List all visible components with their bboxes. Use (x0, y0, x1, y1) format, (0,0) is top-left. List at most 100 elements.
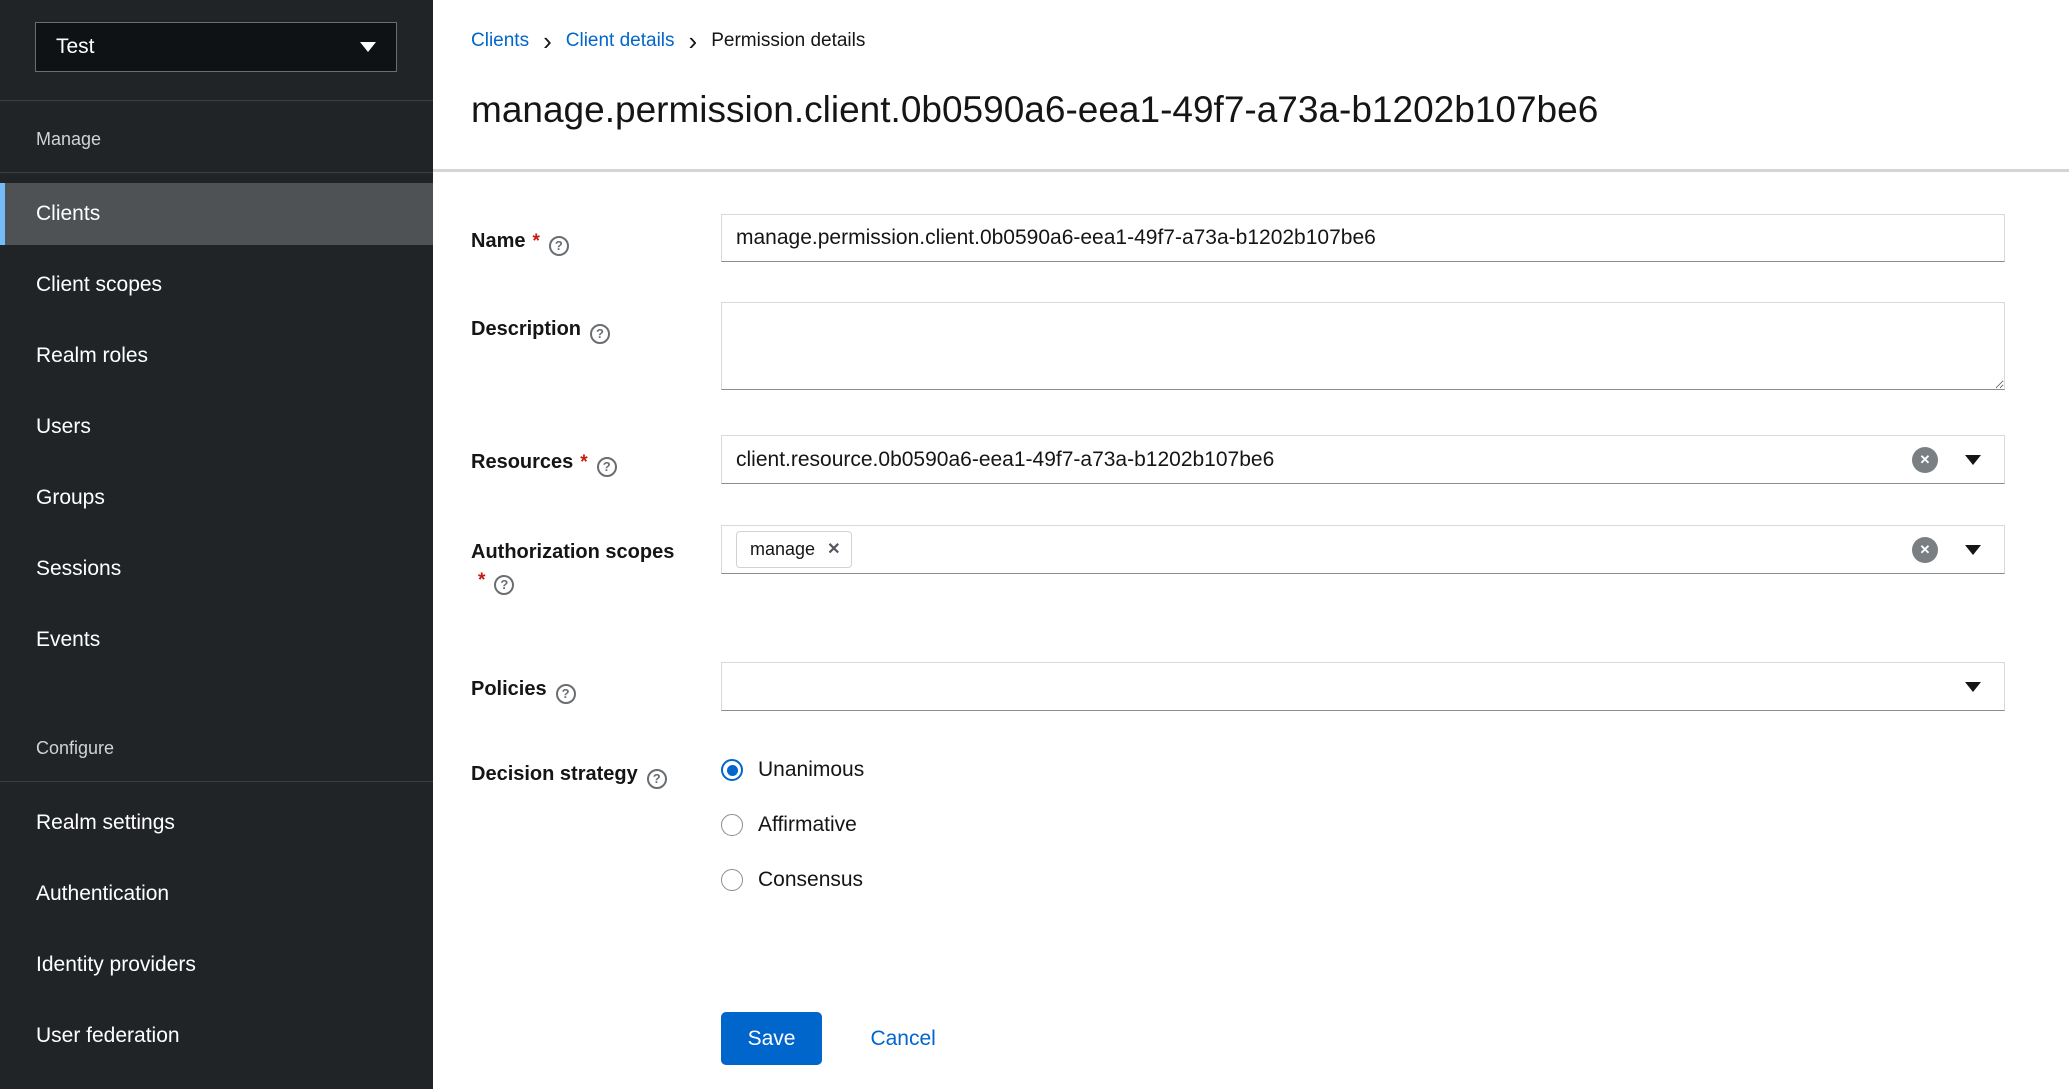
sidebar-item-label: Events (36, 628, 100, 652)
sidebar-item-label: Users (36, 415, 91, 439)
sidebar-item-sessions[interactable]: Sessions (0, 538, 433, 600)
clear-selection-icon[interactable] (1912, 537, 1938, 563)
breadcrumb-current: Permission details (711, 30, 865, 52)
policies-select[interactable] (721, 662, 2005, 711)
help-icon[interactable] (647, 769, 667, 789)
help-icon[interactable] (590, 324, 610, 344)
breadcrumb: Clients Client details Permission detail… (471, 30, 2005, 52)
sidebar-item-label: Realm settings (36, 811, 175, 835)
policies-label: Policies (471, 662, 683, 711)
radio-unanimous[interactable] (721, 759, 743, 781)
resources-label: Resources* (471, 435, 683, 484)
name-label: Name* (471, 214, 683, 262)
nav-section-manage: Manage Clients Client scopes Realm roles… (0, 127, 433, 671)
required-asterisk: * (478, 570, 485, 591)
breadcrumb-link-client-details[interactable]: Client details (566, 30, 675, 52)
sidebar-item-label: Client scopes (36, 273, 162, 297)
sidebar-item-users[interactable]: Users (0, 396, 433, 458)
radio-affirmative[interactable] (721, 814, 743, 836)
form-row-policies: Policies (471, 662, 2005, 711)
form-row-description: Description (471, 302, 2005, 395)
page-title: manage.permission.client.0b0590a6-eea1-4… (471, 88, 2005, 132)
caret-down-icon (360, 42, 376, 52)
authorization-scopes-label: Authorization scopes * (471, 525, 683, 595)
nav-section-configure: Configure Realm settings Authentication … (0, 736, 433, 1067)
caret-down-icon[interactable] (1965, 545, 1981, 555)
description-textarea[interactable] (721, 302, 2005, 390)
select-controls (1965, 663, 2004, 710)
form-row-decision-strategy: Decision strategy Unanimous Affirmative … (471, 747, 2005, 897)
sidebar-item-clients[interactable]: Clients (0, 183, 433, 245)
sidebar-item-realm-settings[interactable]: Realm settings (0, 792, 433, 854)
clear-selection-icon[interactable] (1912, 447, 1938, 473)
sidebar: Test Manage Clients Client scopes Realm … (0, 0, 433, 1089)
radio-label: Affirmative (758, 813, 857, 837)
radio-consensus[interactable] (721, 869, 743, 891)
nav-section-label: Configure (0, 736, 433, 760)
sidebar-item-client-scopes[interactable]: Client scopes (0, 254, 433, 316)
save-button[interactable]: Save (721, 1012, 822, 1065)
radio-option-affirmative[interactable]: Affirmative (721, 808, 2005, 842)
resources-select[interactable]: client.resource.0b0590a6-eea1-49f7-a73a-… (721, 435, 2005, 484)
help-icon[interactable] (556, 684, 576, 704)
main-content: Clients Client details Permission detail… (433, 0, 2069, 1089)
sidebar-item-realm-roles[interactable]: Realm roles (0, 325, 433, 387)
form-row-authorization-scopes: Authorization scopes * manage (471, 525, 2005, 595)
authorization-scopes-select[interactable]: manage (721, 525, 2005, 574)
form-actions: Save Cancel (471, 1012, 2005, 1065)
resources-select-value: client.resource.0b0590a6-eea1-49f7-a73a-… (736, 448, 1274, 472)
realm-header: Test (0, 0, 433, 101)
angle-right-icon (543, 32, 552, 51)
form-row-resources: Resources* client.resource.0b0590a6-eea1… (471, 435, 2005, 484)
angle-right-icon (689, 32, 698, 51)
actions-buttons: Save Cancel (721, 1012, 2005, 1065)
description-label: Description (471, 302, 683, 395)
sidebar-item-label: Identity providers (36, 953, 196, 977)
sidebar-item-label: Realm roles (36, 344, 148, 368)
sidebar-item-label: Clients (36, 202, 100, 226)
realm-selector[interactable]: Test (35, 22, 397, 72)
sidebar-item-label: User federation (36, 1024, 180, 1048)
caret-down-icon[interactable] (1965, 455, 1981, 465)
caret-down-icon[interactable] (1965, 682, 1981, 692)
page-header: Clients Client details Permission detail… (433, 0, 2069, 172)
help-icon[interactable] (494, 575, 514, 595)
sidebar-item-user-federation[interactable]: User federation (0, 1005, 433, 1067)
radio-label: Consensus (758, 868, 863, 892)
nav-section-label: Manage (0, 127, 433, 151)
chip-remove-icon[interactable] (827, 542, 840, 558)
radio-option-unanimous[interactable]: Unanimous (721, 753, 2005, 787)
sidebar-item-label: Authentication (36, 882, 169, 906)
breadcrumb-link-clients[interactable]: Clients (471, 30, 529, 52)
decision-strategy-label: Decision strategy (471, 747, 683, 897)
select-controls (1912, 436, 2004, 483)
select-controls (1912, 526, 2004, 573)
decision-strategy-radio-group: Unanimous Affirmative Consensus (721, 747, 2005, 897)
radio-option-consensus[interactable]: Consensus (721, 863, 2005, 897)
scope-chip-label: manage (750, 539, 815, 560)
divider (0, 781, 433, 782)
required-asterisk: * (532, 231, 539, 252)
divider (0, 172, 433, 173)
sidebar-item-groups[interactable]: Groups (0, 467, 433, 529)
help-icon[interactable] (597, 457, 617, 477)
app: Test Manage Clients Client scopes Realm … (0, 0, 2069, 1089)
sidebar-item-identity-providers[interactable]: Identity providers (0, 934, 433, 996)
actions-label-spacer (471, 1012, 683, 1065)
name-field-wrap (721, 214, 2005, 262)
sidebar-item-authentication[interactable]: Authentication (0, 863, 433, 925)
sidebar-item-label: Groups (36, 486, 105, 510)
radio-label: Unanimous (758, 758, 864, 782)
cancel-button[interactable]: Cancel (864, 1026, 941, 1052)
sidebar-item-label: Sessions (36, 557, 121, 581)
required-asterisk: * (580, 452, 587, 473)
description-field-wrap (721, 302, 2005, 395)
permission-form: Name* Description Resources* (433, 172, 2069, 1065)
realm-selector-value: Test (56, 35, 95, 59)
sidebar-nav: Manage Clients Client scopes Realm roles… (0, 101, 433, 1067)
name-input[interactable] (721, 214, 2005, 262)
scope-chip: manage (736, 531, 852, 568)
help-icon[interactable] (549, 236, 569, 256)
form-row-name: Name* (471, 214, 2005, 262)
sidebar-item-events[interactable]: Events (0, 609, 433, 671)
